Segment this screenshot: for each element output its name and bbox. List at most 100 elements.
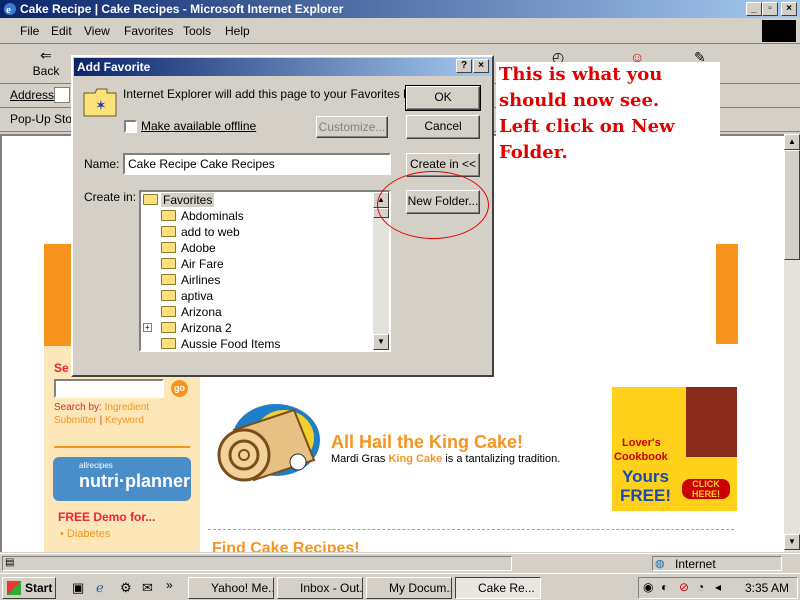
tree-label: Aussie Food Items [181, 337, 281, 351]
nutri-small-label: allrecipes [79, 461, 113, 470]
tree-label: Abdominals [181, 209, 244, 223]
window-title: Cake Recipe | Cake Recipes - Microsoft I… [20, 2, 344, 16]
folder-icon [161, 338, 176, 349]
customize-button[interactable]: Customize... [316, 116, 388, 138]
sidebar-divider [54, 446, 190, 448]
ok-button[interactable]: OK [405, 85, 481, 111]
taskbar: Start ▣ ℯ ⚙ ✉ » Yahoo! Me... Inbox - Out… [0, 573, 800, 600]
windows-flag-icon [7, 581, 21, 595]
folder-tree[interactable]: Favorites Abdominals add to web Adobe Ai… [139, 190, 391, 352]
folder-icon [161, 322, 176, 333]
ad-lovers: Lover's [622, 437, 661, 449]
task-label: My Docum... [389, 581, 452, 595]
tray-icon[interactable]: ⊘ [679, 580, 689, 594]
clock[interactable]: 3:35 AM [745, 581, 789, 595]
tree-label: Favorites [161, 193, 215, 207]
tray-icon[interactable]: ◐ [661, 580, 668, 594]
help-button[interactable]: ? [456, 59, 472, 73]
scroll-up-button[interactable]: ▲ [784, 134, 800, 150]
subtitle-after: is a tantalizing tradition. [442, 453, 561, 465]
task-yahoo[interactable]: Yahoo! Me... [188, 577, 274, 599]
task-label: Yahoo! Me... [211, 581, 274, 595]
separator: | [99, 415, 103, 426]
folder-icon [161, 258, 176, 269]
scroll-down-button[interactable]: ▼ [784, 534, 800, 550]
nutri-big-label: nutri·planner [79, 471, 190, 491]
tree-scroll-down[interactable]: ▼ [373, 334, 389, 350]
tree-label: Airlines [181, 273, 221, 287]
ad-click-here[interactable]: CLICK HERE! [682, 479, 730, 499]
start-button[interactable]: Start [2, 577, 56, 599]
dialog-close-button[interactable]: × [473, 59, 489, 73]
back-button[interactable]: ⇐ Back [30, 47, 62, 78]
dialog-titlebar[interactable]: Add Favorite ? × [74, 58, 491, 76]
menu-view[interactable]: View [84, 24, 110, 38]
quicklaunch-desktop-icon[interactable]: ▣ [72, 580, 84, 596]
tree-label: Air Fare [181, 257, 224, 271]
dialog-title: Add Favorite [77, 60, 151, 74]
search-heading: Se [54, 361, 69, 375]
maximize-button[interactable]: ▫ [762, 2, 778, 16]
start-label: Start [25, 581, 53, 595]
task-cake-recipes[interactable]: Cake Re... [455, 577, 541, 599]
right-header-strip [716, 244, 738, 344]
address-field[interactable] [54, 87, 70, 103]
search-by-label: Search by: [54, 402, 102, 413]
task-label: Cake Re... [478, 581, 535, 595]
menu-bar: File Edit View Favorites Tools Help [0, 18, 800, 44]
quicklaunch-outlook-icon[interactable]: ✉ [142, 580, 153, 596]
svg-text:✶: ✶ [95, 98, 107, 114]
task-label: Inbox - Out... [300, 581, 363, 595]
king-cake-illustration [217, 404, 320, 482]
quicklaunch-more-icon[interactable]: » [166, 578, 173, 592]
menu-edit[interactable]: Edit [51, 24, 72, 38]
nutri-planner-banner[interactable]: allrecipes nutri·planner [53, 457, 191, 501]
tree-label: Adobe [181, 241, 216, 255]
menu-help[interactable]: Help [225, 24, 250, 38]
tray-icon[interactable]: ◉ [643, 580, 653, 594]
cookbook-ad[interactable]: Lover's Cookbook Yours FREE! CLICK HERE! [612, 387, 737, 511]
vertical-scrollbar[interactable]: ▲ ▼ [784, 134, 800, 552]
windows-logo [762, 20, 796, 42]
minimize-button[interactable]: _ [746, 2, 762, 16]
quicklaunch-ie-icon[interactable]: ℯ [96, 580, 104, 596]
annotation-circle [377, 171, 489, 239]
status-bar: ▤ ◍ Internet [0, 553, 800, 572]
find-cake-heading: Find Cake Recipes! [212, 540, 360, 552]
status-text: ▤ [2, 556, 512, 571]
back-arrow-icon: ⇐ [40, 47, 52, 63]
name-input[interactable]: Cake Recipe Cake Recipes [123, 153, 391, 175]
keyword-link[interactable]: Keyword [105, 415, 144, 426]
expand-icon[interactable]: + [143, 323, 152, 332]
tray-icon[interactable]: ◔ [697, 580, 704, 594]
ad-cookbook: Cookbook [614, 451, 668, 463]
popup-stop-button[interactable]: Pop-Up Stop [10, 112, 79, 126]
favorites-folder-icon: ✶ [83, 88, 117, 117]
close-button[interactable]: × [781, 2, 797, 16]
task-inbox[interactable]: Inbox - Out... [277, 577, 363, 599]
free-demo-heading: FREE Demo for... [58, 510, 156, 524]
menu-file[interactable]: File [20, 24, 39, 38]
volume-icon[interactable]: ◂ [715, 580, 721, 594]
scroll-thumb[interactable] [784, 150, 800, 260]
tree-label: Arizona 2 [181, 321, 232, 335]
go-button[interactable]: go [171, 380, 188, 397]
folder-icon [161, 226, 176, 237]
folder-icon [161, 210, 176, 221]
task-documents[interactable]: My Docum... [366, 577, 452, 599]
cancel-button[interactable]: Cancel [406, 115, 480, 139]
window-titlebar[interactable]: e Cake Recipe | Cake Recipes - Microsoft… [0, 0, 800, 18]
offline-label: Make available offline [141, 119, 257, 133]
quicklaunch-network-icon[interactable]: ⚙ [120, 580, 132, 596]
menu-tools[interactable]: Tools [183, 24, 211, 38]
diabetes-link[interactable]: • Diabetes [60, 528, 110, 540]
king-cake-link[interactable]: King Cake [388, 453, 442, 465]
feature-headline[interactable]: All Hail the King Cake! [331, 432, 523, 453]
search-input[interactable] [54, 379, 164, 398]
ingredient-link[interactable]: Ingredient [105, 402, 149, 413]
menu-favorites[interactable]: Favorites [124, 24, 173, 38]
offline-checkbox[interactable] [124, 120, 137, 133]
subtitle-before: Mardi Gras [331, 453, 389, 465]
submitter-link[interactable]: Submitter [54, 415, 97, 426]
callout-line: Left click on New [499, 116, 675, 137]
